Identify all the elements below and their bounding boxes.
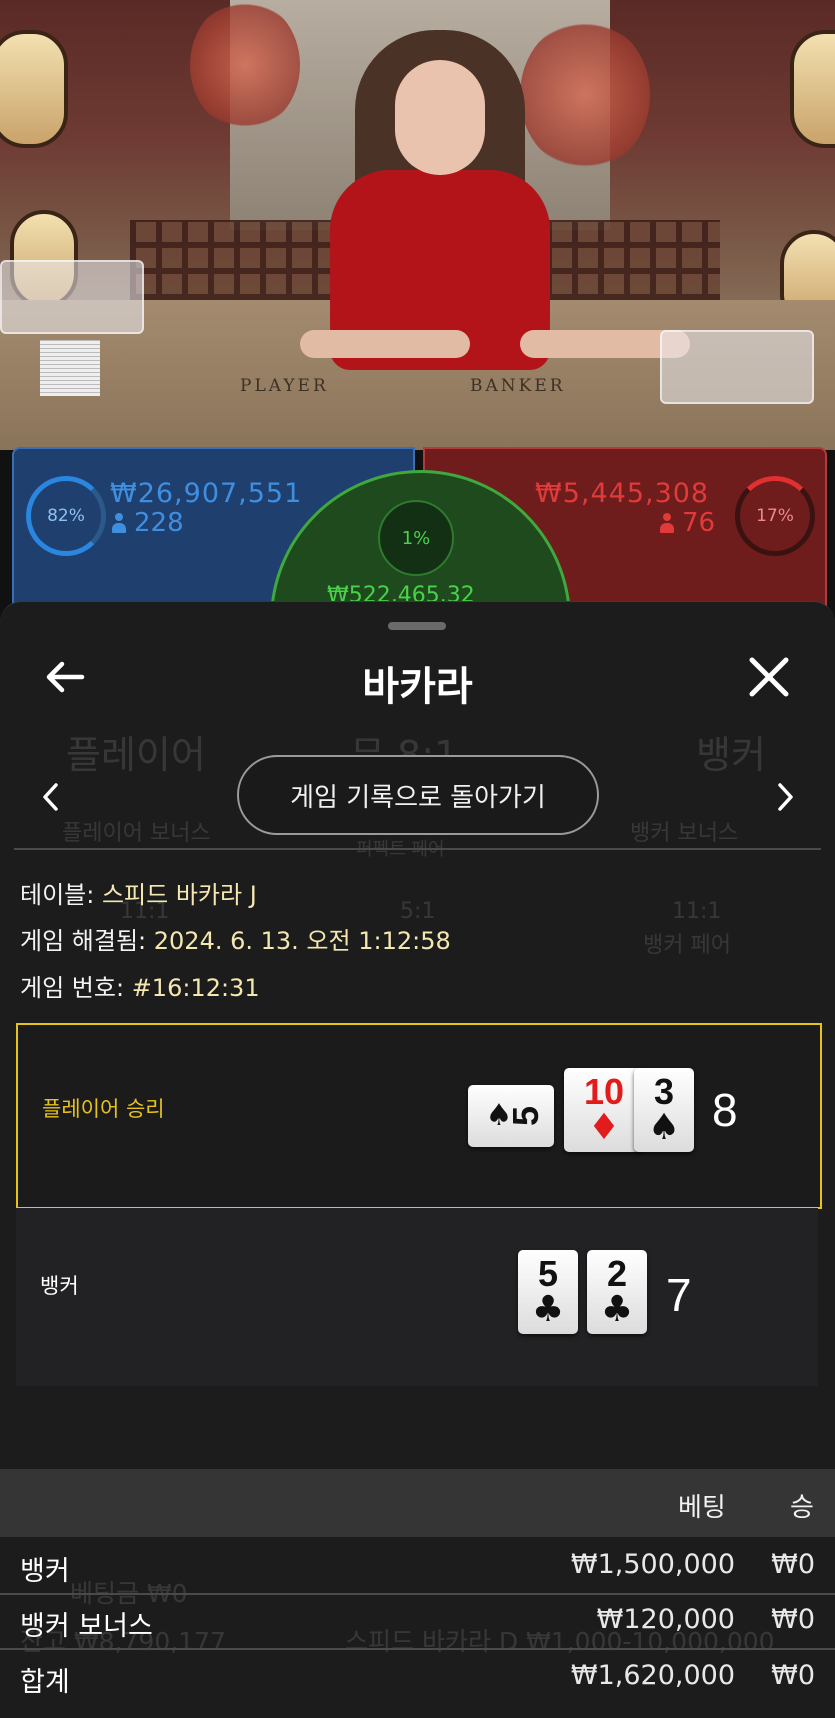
person-icon: [660, 513, 674, 533]
ghost-player-bonus: 플레이어 보너스: [62, 821, 211, 846]
resolved-label: 게임 해결됨:: [20, 927, 147, 955]
next-game-button[interactable]: [770, 777, 800, 817]
person-icon: [112, 513, 126, 533]
resolved-info: 게임 해결됨: 2024. 6. 13. 오전 1:12:58: [20, 921, 451, 956]
spade-icon: ♠: [647, 1107, 681, 1148]
ghost-pair-right: 11:1: [672, 899, 722, 924]
blossom-decoration: [520, 20, 650, 170]
card-rank: 2: [606, 1253, 628, 1294]
game-number-info: 게임 번호: #16:12:31: [20, 968, 260, 1003]
club-icon: ♣: [600, 1289, 634, 1330]
game-number-label: 게임 번호:: [20, 974, 125, 1002]
card-stack: [40, 340, 100, 396]
table-row: 뱅커 ₩1,500,000 ₩0: [0, 1537, 835, 1595]
win-amount: ₩0: [771, 1660, 815, 1691]
banker-bettor-count: 76: [660, 508, 715, 538]
bet-amount: ₩120,000: [596, 1604, 735, 1635]
playing-card: 5 ♣: [518, 1250, 578, 1334]
discard-tray: [660, 330, 814, 404]
playing-card: 10 ♦: [564, 1068, 644, 1152]
live-video-feed: PLAYER BANKER: [0, 0, 835, 450]
banker-score: 7: [666, 1269, 692, 1321]
tie-percent: 1%: [378, 500, 454, 576]
bet-name: 합계: [20, 1667, 70, 1698]
win-amount: ₩0: [771, 1549, 815, 1580]
sheet-drag-handle[interactable]: [388, 622, 446, 630]
lantern-decoration: [790, 30, 835, 148]
dealer-arm: [300, 330, 470, 358]
bet-column-header: 베팅: [678, 1493, 726, 1523]
diamond-icon: ♦: [587, 1107, 621, 1148]
banker-total-amount: ₩5,445,308: [535, 478, 710, 509]
close-button[interactable]: [742, 650, 796, 704]
dealer-face: [395, 60, 485, 175]
ghost-banker-pair: 뱅커 페어: [643, 933, 731, 958]
card-rank: 5: [505, 1105, 547, 1127]
card-rank: 3: [653, 1071, 675, 1112]
banker-hand-label: 뱅커: [40, 1274, 79, 1298]
playing-card: 3 ♠: [634, 1068, 694, 1152]
playing-card: 2 ♣: [587, 1250, 647, 1334]
chevron-right-icon: [778, 783, 793, 811]
table-info: 테이블: 스피드 바카라 J: [20, 875, 257, 910]
club-icon: ♣: [531, 1289, 565, 1330]
player-percent-ring: 82%: [26, 476, 106, 556]
win-amount: ₩0: [771, 1604, 815, 1635]
player-percent: 82%: [47, 506, 85, 526]
bet-amount: ₩1,620,000: [570, 1660, 735, 1691]
banker-percent-ring: 17%: [735, 476, 815, 556]
card-rank: 10: [583, 1071, 625, 1112]
table-label-banker: BANKER: [470, 376, 566, 396]
banker-percent: 17%: [756, 506, 794, 526]
lantern-decoration: [0, 30, 68, 148]
ghost-banker-label: 뱅커: [696, 733, 766, 777]
bet-name: 뱅커 보너스: [20, 1611, 153, 1642]
card-rank: 5: [537, 1253, 559, 1294]
player-bettor-count-value: 228: [134, 508, 184, 538]
chevron-left-icon: [43, 783, 58, 811]
player-hand-label: 플레이어 승리: [42, 1097, 165, 1121]
sheet-title: 바카라: [362, 664, 473, 710]
player-hand-result: 플레이어 승리 ♠ 5 10 ♦ 3 ♠ 8: [16, 1023, 822, 1209]
player-total-amount: ₩26,907,551: [110, 478, 303, 509]
bet-amount: ₩1,500,000: [570, 1549, 735, 1580]
player-bettor-count: 228: [112, 508, 184, 538]
player-score: 8: [712, 1084, 738, 1136]
banker-bettor-count-value: 76: [682, 508, 716, 538]
back-to-history-button[interactable]: 게임 기록으로 돌아가기: [237, 755, 599, 835]
resolved-value: 2024. 6. 13. 오전 1:12:58: [153, 927, 451, 955]
ghost-banker-bonus: 뱅커 보너스: [630, 821, 739, 846]
card-shoe: [0, 260, 144, 334]
close-icon: [749, 657, 789, 697]
game-detail-sheet: 플레이어 무 8:1 뱅커 플레이어 보너스 퍼펙트 페어 뱅커 보너스 11:…: [0, 601, 835, 1718]
bets-table-header: 베팅 승: [0, 1469, 835, 1537]
table-row: 뱅커 보너스 ₩120,000 ₩0: [0, 1592, 835, 1650]
scrollbar-track[interactable]: [824, 850, 830, 1270]
table-info-value: 스피드 바카라 J: [101, 881, 257, 909]
divider: [14, 848, 821, 850]
banker-hand-result: 뱅커 5 ♣ 2 ♣ 7: [16, 1208, 818, 1386]
blossom-decoration: [190, 0, 300, 130]
table-info-label: 테이블:: [20, 881, 95, 909]
playing-card: ♠ 5: [468, 1085, 554, 1147]
table-row-total: 합계 ₩1,620,000 ₩0: [0, 1648, 835, 1704]
table-label-player: PLAYER: [240, 376, 329, 396]
game-number-value: #16:12:31: [131, 974, 260, 1002]
ghost-player-label: 플레이어: [66, 733, 206, 777]
bet-name: 뱅커: [20, 1556, 70, 1587]
previous-game-button[interactable]: [36, 777, 66, 817]
win-column-header: 승: [790, 1493, 814, 1523]
